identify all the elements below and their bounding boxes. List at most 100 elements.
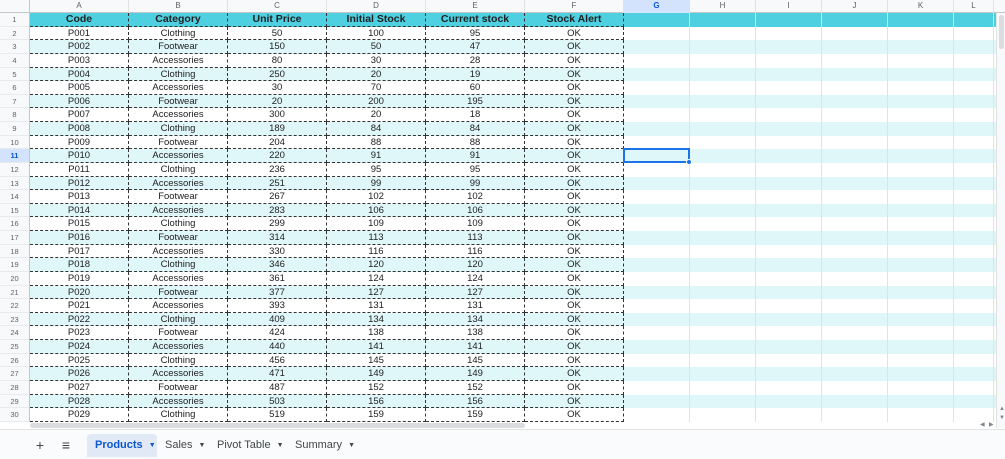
table-cell[interactable]: Accessories [129,81,228,95]
table-cell[interactable]: P025 [30,353,129,368]
table-cell[interactable]: 113 [327,231,426,245]
sheet-tab-sales[interactable]: Sales ▼ [157,434,213,457]
column-header-a[interactable]: A [30,0,129,13]
column-header-b[interactable]: B [129,0,228,13]
table-cell[interactable]: 251 [228,176,327,191]
row-header-5[interactable]: 5 [0,68,29,82]
row-header-25[interactable]: 25 [0,340,29,354]
table-cell[interactable]: 189 [228,122,327,136]
table-cell[interactable]: P006 [30,94,129,109]
table-cell[interactable]: 250 [228,67,327,82]
table-cell[interactable]: Clothing [129,353,228,368]
table-cell[interactable]: Footwear [129,190,228,204]
table-cell[interactable]: 95 [426,26,525,41]
table-cell[interactable]: P009 [30,135,129,150]
table-cell[interactable]: 109 [327,217,426,231]
column-header-h[interactable]: H [690,0,756,13]
empty-cells[interactable] [624,40,996,54]
table-cell[interactable]: OK [525,258,624,272]
empty-cells[interactable] [624,26,996,41]
table-cell[interactable]: 149 [426,367,525,381]
table-cell[interactable]: OK [525,394,624,409]
table-cell[interactable]: 393 [228,299,327,313]
table-cell[interactable]: OK [525,67,624,82]
table-cell[interactable]: Footwear [129,231,228,245]
table-cell[interactable]: 113 [426,231,525,245]
table-cell[interactable]: 195 [426,94,525,109]
table-cell[interactable]: 109 [426,217,525,231]
row-header-1[interactable]: 1 [0,13,29,27]
table-cell[interactable]: 60 [426,81,525,95]
table-cell[interactable]: 84 [327,122,426,136]
table-cell[interactable]: P022 [30,312,129,327]
table-cell[interactable]: Accessories [129,271,228,286]
table-cell[interactable]: 131 [327,299,426,313]
row-header-23[interactable]: 23 [0,313,29,327]
empty-cells[interactable] [624,162,996,177]
table-cell[interactable]: OK [525,94,624,109]
table-cell[interactable]: 267 [228,190,327,204]
table-cell[interactable]: Clothing [129,162,228,177]
table-cell[interactable]: OK [525,312,624,327]
column-header-c[interactable]: C [228,0,327,13]
table-cell[interactable]: 487 [228,380,327,395]
table-cell[interactable]: 30 [327,53,426,68]
table-cell[interactable]: Clothing [129,26,228,41]
table-cell[interactable]: 134 [327,312,426,327]
table-cell[interactable]: 124 [426,271,525,286]
row-header-17[interactable]: 17 [0,231,29,245]
table-cell[interactable]: 116 [426,244,525,259]
table-cell[interactable]: P008 [30,122,129,136]
table-cell[interactable]: Accessories [129,176,228,191]
table-cell[interactable]: 138 [327,326,426,340]
table-cell[interactable]: OK [525,176,624,191]
row-header-29[interactable]: 29 [0,395,29,409]
row-header-9[interactable]: 9 [0,122,29,136]
table-cell[interactable]: OK [525,203,624,218]
table-cell[interactable]: 152 [327,380,426,395]
table-cell[interactable]: Accessories [129,53,228,68]
table-cell[interactable]: 20 [228,94,327,109]
table-cell[interactable]: P019 [30,271,129,286]
table-cell[interactable]: Clothing [129,122,228,136]
table-cell[interactable]: 131 [426,299,525,313]
row-header-20[interactable]: 20 [0,272,29,286]
empty-cells[interactable] [624,217,996,231]
table-cell[interactable]: 18 [426,108,525,122]
empty-cells[interactable] [624,176,996,191]
table-cell[interactable]: 50 [327,40,426,54]
row-header-16[interactable]: 16 [0,217,29,231]
table-cell[interactable]: OK [525,231,624,245]
fill-handle[interactable] [686,159,692,166]
table-cell[interactable]: Footwear [129,40,228,54]
table-cell[interactable]: Footwear [129,326,228,340]
row-header-3[interactable]: 3 [0,40,29,54]
table-cell[interactable]: 91 [426,149,525,163]
table-cell[interactable]: 28 [426,53,525,68]
table-cell[interactable]: P024 [30,340,129,354]
table-cell[interactable]: 283 [228,203,327,218]
table-cell[interactable]: 88 [426,135,525,150]
table-cell[interactable]: OK [525,271,624,286]
table-cell[interactable]: 116 [327,244,426,259]
table-cell[interactable]: OK [525,135,624,150]
table-cell[interactable]: P028 [30,394,129,409]
table-cell[interactable]: OK [525,190,624,204]
horizontal-scrollbar[interactable]: ◀ ▶ [0,422,1005,428]
table-cell[interactable]: 106 [426,203,525,218]
dropdown-caret-icon[interactable]: ▼ [277,442,284,449]
column-header-l[interactable]: L [954,0,994,13]
table-cell[interactable]: OK [525,40,624,54]
table-cell[interactable]: P027 [30,380,129,395]
table-cell[interactable]: 19 [426,67,525,82]
table-cell[interactable]: P005 [30,81,129,95]
table-cell[interactable]: OK [525,26,624,41]
table-cell[interactable]: 95 [327,162,426,177]
table-cell[interactable]: 330 [228,244,327,259]
row-header-6[interactable]: 6 [0,81,29,95]
table-cell[interactable]: 300 [228,108,327,122]
column-title[interactable]: Current stock [426,13,525,27]
table-cell[interactable]: 99 [327,176,426,191]
table-cell[interactable]: P018 [30,258,129,272]
empty-cells[interactable] [624,326,996,340]
